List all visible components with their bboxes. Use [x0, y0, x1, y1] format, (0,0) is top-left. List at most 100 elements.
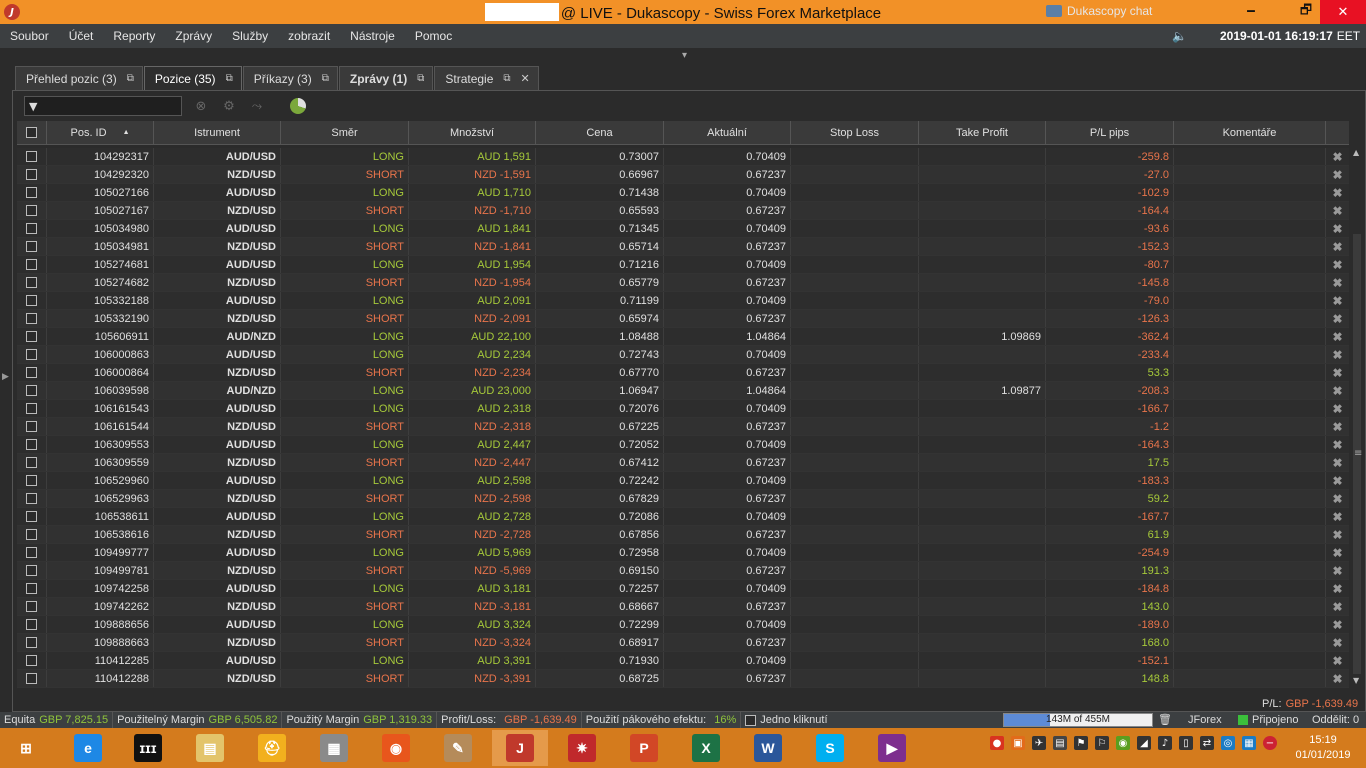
table-row[interactable]: 105332188 AUD/USD LONG AUD 2,091 0.71199 0.70… — [17, 292, 1349, 310]
tray-app-icon[interactable]: ● — [990, 736, 1004, 750]
table-row[interactable]: 106161544 NZD/USD SHORT NZD -2,318 0.67225 0.… — [17, 418, 1349, 436]
table-row[interactable]: 106000863 AUD/USD LONG AUD 2,234 0.72743 0.70… — [17, 346, 1349, 364]
table-row[interactable]: 106538611 AUD/USD LONG AUD 2,728 0.72086 0.70… — [17, 508, 1349, 526]
row-checkbox[interactable] — [17, 634, 47, 651]
table-row[interactable]: 105034981 NZD/USD SHORT NZD -1,841 0.65714 0.… — [17, 238, 1349, 256]
table-row[interactable]: 105332190 NZD/USD SHORT NZD -2,091 0.65974 0.… — [17, 310, 1349, 328]
excel-icon[interactable]: X — [678, 730, 734, 766]
row-checkbox[interactable] — [17, 292, 47, 309]
close-position-icon[interactable]: ✖ — [1326, 436, 1349, 453]
close-window-button[interactable]: ✕ — [1320, 0, 1366, 24]
column-header-pl-pips[interactable]: P/L pips — [1046, 121, 1174, 144]
close-position-icon[interactable]: ✖ — [1326, 526, 1349, 543]
close-position-icon[interactable]: ✖ — [1326, 184, 1349, 201]
close-position-icon[interactable]: ✖ — [1326, 274, 1349, 291]
network-icon[interactable]: ⇄ — [1200, 736, 1214, 750]
row-checkbox[interactable] — [17, 670, 47, 687]
close-position-icon[interactable]: ✖ — [1326, 328, 1349, 345]
table-row[interactable]: 109499781 NZD/USD SHORT NZD -5,969 0.69150 0.… — [17, 562, 1349, 580]
table-row[interactable]: 105274681 AUD/USD LONG AUD 1,954 0.71216 0.70… — [17, 256, 1349, 274]
jforex-terminal-icon[interactable]: ɪɪɪ — [120, 730, 176, 766]
row-checkbox[interactable] — [17, 616, 47, 633]
scroll-down-icon[interactable]: ▼ — [1353, 676, 1359, 685]
table-row[interactable]: 104292317 AUD/USD LONG AUD 1,591 0.73007 0.70… — [17, 148, 1349, 166]
menu-item[interactable]: Soubor — [0, 29, 59, 43]
tray-app-icon[interactable]: ▦ — [1242, 736, 1256, 750]
close-tab-icon[interactable]: ✕ — [521, 72, 530, 85]
tray-app-icon[interactable]: ✈ — [1032, 736, 1046, 750]
table-row[interactable]: 106309559 NZD/USD SHORT NZD -2,447 0.67412 0.… — [17, 454, 1349, 472]
scroll-up-icon[interactable]: ▲ — [1353, 148, 1359, 157]
table-row[interactable]: 110412285 AUD/USD LONG AUD 3,391 0.71930 0.70… — [17, 652, 1349, 670]
close-position-icon[interactable]: ✖ — [1326, 238, 1349, 255]
select-all-checkbox[interactable] — [17, 121, 47, 144]
garbage-collect-icon[interactable]: 🗑 — [1158, 713, 1172, 726]
table-row[interactable]: 106000864 NZD/USD SHORT NZD -2,234 0.67770 0.… — [17, 364, 1349, 382]
close-position-icon[interactable]: ✖ — [1326, 598, 1349, 615]
close-position-icon[interactable]: ✖ — [1326, 256, 1349, 273]
panel-grip-icon[interactable]: ≡ — [1354, 448, 1362, 459]
close-position-icon[interactable]: ✖ — [1326, 364, 1349, 381]
windows-start-icon[interactable]: ⊞ — [0, 730, 54, 766]
row-checkbox[interactable] — [17, 346, 47, 363]
tray-app-icon[interactable]: ▣ — [1011, 736, 1025, 750]
table-row[interactable]: 109499777 AUD/USD LONG AUD 5,969 0.72958 0.70… — [17, 544, 1349, 562]
row-checkbox[interactable] — [17, 202, 47, 219]
menu-item[interactable]: Zprávy — [165, 29, 222, 43]
table-row[interactable]: 106309553 AUD/USD LONG AUD 2,447 0.72052 0.70… — [17, 436, 1349, 454]
video-editor-icon[interactable]: ▶ — [864, 730, 920, 766]
filter-input[interactable]: ▼ — [24, 96, 182, 116]
table-row[interactable]: 109742262 NZD/USD SHORT NZD -3,181 0.68667 0.… — [17, 598, 1349, 616]
row-checkbox[interactable] — [17, 310, 47, 327]
table-row[interactable]: 105034980 AUD/USD LONG AUD 1,841 0.71345 0.70… — [17, 220, 1349, 238]
flag-icon[interactable]: ⚐ — [1095, 736, 1109, 750]
close-position-icon[interactable]: ✖ — [1326, 580, 1349, 597]
close-position-icon[interactable]: ✖ — [1326, 292, 1349, 309]
table-row[interactable]: 105027166 AUD/USD LONG AUD 1,710 0.71438 0.70… — [17, 184, 1349, 202]
column-header-stop-loss[interactable]: Stop Loss — [791, 121, 919, 144]
row-checkbox[interactable] — [17, 256, 47, 273]
column-header-comments[interactable]: Komentáře — [1174, 121, 1326, 144]
memory-usage-bar[interactable]: 143M of 455M — [1003, 713, 1153, 727]
flag-icon[interactable]: ⚑ — [1074, 736, 1088, 750]
row-checkbox[interactable] — [17, 364, 47, 381]
popout-icon[interactable]: ⧉ — [226, 73, 233, 84]
pie-chart-icon[interactable] — [290, 98, 306, 114]
close-position-icon[interactable]: ✖ — [1326, 490, 1349, 507]
close-position-icon[interactable]: ✖ — [1326, 166, 1349, 183]
column-header-pos-id[interactable]: Pos. ID ▲ — [47, 121, 154, 144]
one-click-checkbox[interactable] — [745, 714, 757, 726]
popout-icon[interactable]: ⧉ — [127, 73, 134, 84]
column-header-direction[interactable]: Směr — [281, 121, 409, 144]
row-checkbox[interactable] — [17, 220, 47, 237]
taskbar-clock[interactable]: 15:19 01/01/2019 — [1290, 733, 1356, 763]
table-scrollbar[interactable]: ▲ ▼ — [1350, 146, 1364, 692]
close-position-icon[interactable]: ✖ — [1326, 454, 1349, 471]
column-header-instrument[interactable]: Istrument — [154, 121, 281, 144]
popout-icon[interactable]: ⧉ — [417, 73, 424, 84]
row-checkbox[interactable] — [17, 382, 47, 399]
row-checkbox[interactable] — [17, 508, 47, 525]
row-checkbox[interactable] — [17, 580, 47, 597]
column-header-amount[interactable]: Množství — [409, 121, 536, 144]
row-checkbox[interactable] — [17, 652, 47, 669]
close-position-icon[interactable]: ✖ — [1326, 508, 1349, 525]
table-row[interactable]: 109888663 NZD/USD SHORT NZD -3,324 0.68917 0.… — [17, 634, 1349, 652]
popout-icon[interactable]: ⧉ — [322, 73, 329, 84]
close-position-icon[interactable]: ✖ — [1326, 346, 1349, 363]
paint-icon[interactable]: ✎ — [430, 730, 486, 766]
table-row[interactable]: 105606911 AUD/NZD LONG AUD 22,100 1.08488 1.0… — [17, 328, 1349, 346]
menu-item[interactable]: Reporty — [103, 29, 165, 43]
settings-icon[interactable]: ⚙ — [220, 97, 238, 115]
row-checkbox[interactable] — [17, 454, 47, 471]
tab-positions[interactable]: Pozice (35) ⧉ — [143, 66, 242, 90]
menu-item[interactable]: Účet — [59, 29, 104, 43]
menu-item[interactable]: Nástroje — [340, 29, 405, 43]
row-checkbox[interactable] — [17, 562, 47, 579]
powerpoint-icon[interactable]: P — [616, 730, 672, 766]
row-checkbox[interactable] — [17, 418, 47, 435]
tray-app-icon[interactable]: ▤ — [1053, 736, 1067, 750]
table-row[interactable]: 106039598 AUD/NZD LONG AUD 23,000 1.06947 1.0… — [17, 382, 1349, 400]
jforex-icon[interactable]: J — [492, 730, 548, 766]
menu-item[interactable]: zobrazit — [278, 29, 340, 43]
